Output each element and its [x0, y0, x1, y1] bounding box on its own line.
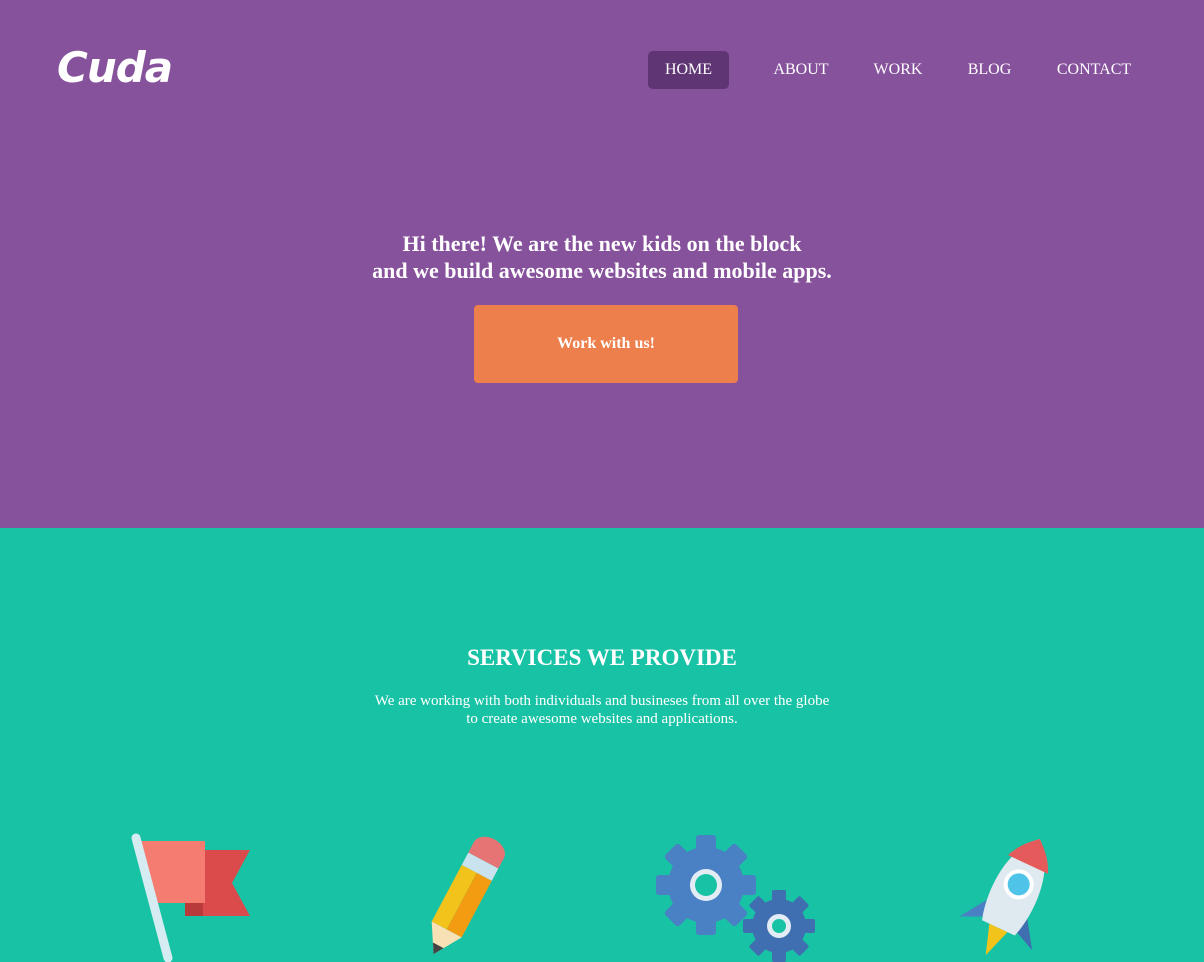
services-title: SERVICES WE PROVIDE	[467, 645, 737, 670]
services-description-line1: We are working with both individuals and…	[374, 693, 830, 709]
hero-heading-line2: and we build awesome websites and mobile…	[372, 258, 832, 283]
rocket-icon	[959, 839, 1049, 956]
nav-item-home[interactable]: HOME	[648, 51, 729, 89]
work-with-us-button[interactable]: Work with us!	[474, 305, 738, 383]
services-description: We are working with both individuals and…	[0, 692, 1204, 728]
nav-item-blog[interactable]: BLOG	[955, 51, 1024, 89]
services-section: SERVICES WE PROVIDE We are working with …	[0, 528, 1204, 962]
hero-heading: Hi there! We are the new kids on the blo…	[0, 230, 1204, 284]
flag-icon	[131, 833, 250, 962]
nav-item-work[interactable]: WORK	[861, 51, 935, 89]
pencil-icon	[431, 836, 505, 955]
gears-icon	[656, 835, 815, 962]
hero-section: Cuda HOME ABOUT WORK BLOG CONTACT Hi the…	[0, 0, 1204, 528]
hero-heading-line1: Hi there! We are the new kids on the blo…	[402, 231, 802, 256]
services-description-line2: to create awesome websites and applicati…	[466, 711, 738, 727]
nav-item-about[interactable]: ABOUT	[761, 51, 841, 89]
logo[interactable]: Cuda	[57, 44, 173, 92]
nav-item-contact[interactable]: CONTACT	[1044, 51, 1144, 89]
